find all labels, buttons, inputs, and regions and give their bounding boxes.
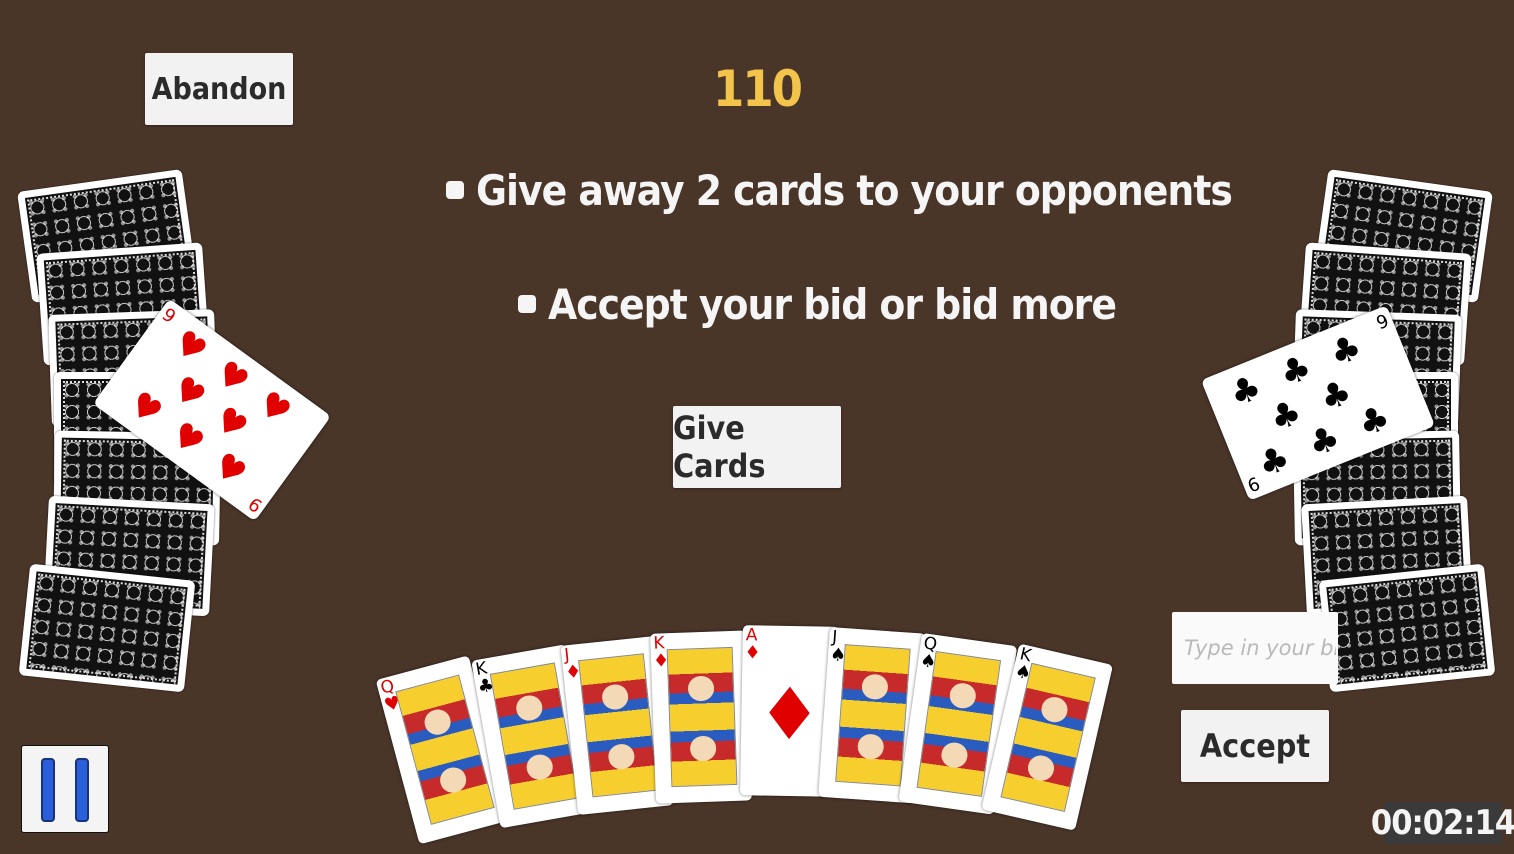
jack-figure bbox=[578, 653, 659, 798]
abandon-button[interactable]: Abandon bbox=[145, 53, 293, 125]
heart-icon: ♥ bbox=[121, 383, 170, 434]
club-icon: ♣ bbox=[1264, 391, 1308, 441]
heart-icon: ♥ bbox=[208, 352, 257, 403]
king-figure bbox=[666, 646, 738, 788]
instruction-line: Accept your bid or bid more bbox=[518, 280, 1117, 329]
club-icon: ♣ bbox=[1252, 437, 1296, 486]
bullet-icon bbox=[446, 180, 464, 199]
accept-button[interactable]: Accept bbox=[1181, 710, 1329, 782]
club-icon: ♣ bbox=[1223, 367, 1268, 416]
heart-icon: ♥ bbox=[164, 367, 213, 419]
heart-icon: ♥ bbox=[205, 444, 254, 495]
card-rank: 9 bbox=[1243, 471, 1263, 496]
jack-figure bbox=[835, 644, 911, 787]
hand-card[interactable]: K ♦ bbox=[650, 630, 752, 804]
card-back bbox=[1318, 563, 1496, 693]
pause-button[interactable] bbox=[21, 745, 109, 833]
club-icon: ♣ bbox=[1302, 417, 1346, 466]
club-icon: ♣ bbox=[1352, 397, 1396, 446]
pause-icon bbox=[41, 758, 55, 822]
card-rank: 9 bbox=[244, 492, 267, 516]
instruction-text: Give away 2 cards to your opponents bbox=[476, 166, 1233, 215]
club-icon: ♣ bbox=[1314, 371, 1358, 421]
club-icon: ♣ bbox=[1274, 346, 1318, 396]
heart-icon: ♥ bbox=[165, 321, 215, 373]
bullet-icon bbox=[518, 294, 536, 313]
pause-icon bbox=[75, 758, 89, 822]
score-display: 110 bbox=[713, 60, 803, 118]
card-rank: 9 bbox=[1373, 310, 1393, 335]
heart-icon: ♥ bbox=[250, 383, 299, 434]
king-figure bbox=[1000, 662, 1096, 813]
club-icon: ♣ bbox=[1324, 326, 1368, 376]
heart-icon: ♥ bbox=[206, 398, 255, 449]
instruction-text: Accept your bid or bid more bbox=[548, 280, 1117, 329]
card-back bbox=[18, 563, 196, 693]
diamond-icon: ♦ bbox=[744, 642, 761, 664]
card-rank: 9 bbox=[157, 304, 180, 328]
give-cards-button[interactable]: Give Cards bbox=[673, 406, 841, 488]
heart-icon: ♥ bbox=[163, 413, 212, 465]
instruction-line: Give away 2 cards to your opponents bbox=[446, 166, 1233, 215]
game-timer: 00:02:14 bbox=[1370, 802, 1514, 844]
bid-input[interactable] bbox=[1172, 612, 1338, 684]
